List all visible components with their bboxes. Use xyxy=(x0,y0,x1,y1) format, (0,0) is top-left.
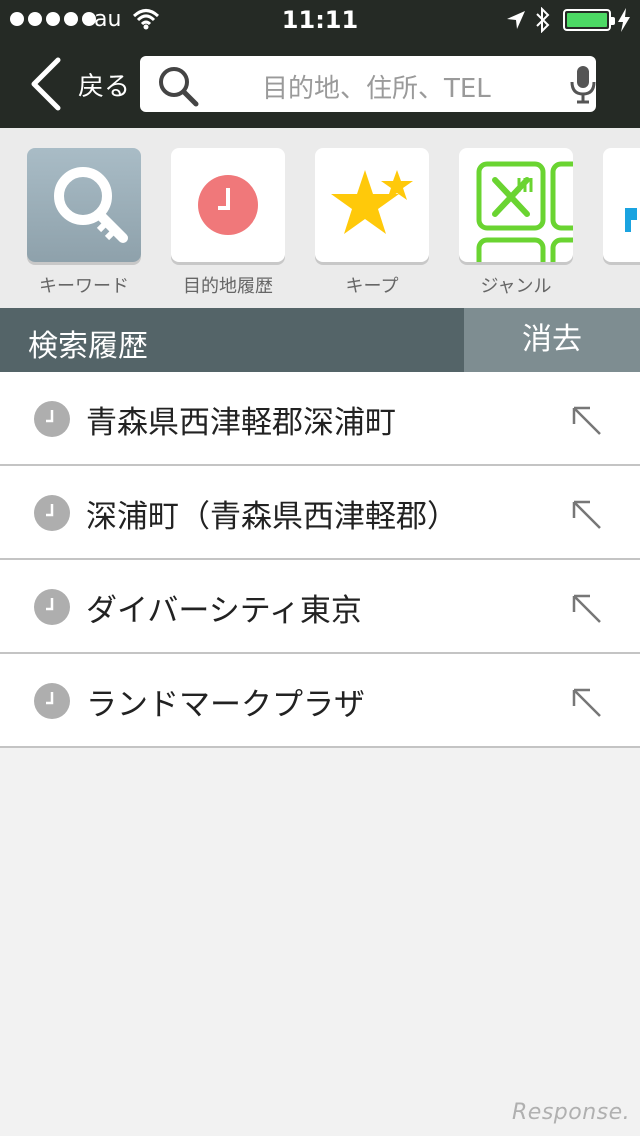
category-keyword[interactable]: キーワード xyxy=(27,148,141,298)
history-list: 青森県西津軽郡深浦町 深浦町（青森県西津軽郡） ダイバーシティ東京 ランドマーク… xyxy=(0,372,640,748)
search-icon xyxy=(159,67,199,107)
charging-bolt-icon xyxy=(618,8,630,32)
bluetooth-icon xyxy=(536,7,550,33)
stars-icon xyxy=(331,170,413,234)
clear-history-button[interactable]: 消去 xyxy=(464,308,640,372)
history-clock-icon xyxy=(34,401,70,437)
microphone-icon[interactable] xyxy=(568,64,598,104)
top-header: au 11:11 戻る 目的地、住所、TEL xyxy=(0,0,640,128)
category-label: キーワード xyxy=(39,276,129,297)
back-label: 戻る xyxy=(78,71,131,102)
list-item[interactable]: ランドマークプラザ xyxy=(0,654,640,748)
status-bar: au 11:11 xyxy=(0,0,640,40)
category-genre[interactable]: ジャンル xyxy=(459,148,573,298)
history-text: 深浦町（青森県西津軽郡） xyxy=(86,499,458,535)
list-item[interactable]: 青森県西津軽郡深浦町 xyxy=(0,372,640,466)
search-history-header: 検索履歴 消去 xyxy=(0,308,640,372)
history-clock-icon xyxy=(34,589,70,625)
magnifier-key-icon xyxy=(54,167,128,243)
clock-icon xyxy=(198,175,258,235)
list-item[interactable]: 深浦町（青森県西津軽郡） xyxy=(0,466,640,560)
category-label: キープ xyxy=(345,276,399,297)
category-history[interactable]: 目的地履歴 xyxy=(171,148,285,298)
history-clock-icon xyxy=(34,495,70,531)
nav-bar: 戻る 目的地、住所、TEL xyxy=(0,40,640,128)
category-label: 目的地履歴 xyxy=(183,276,273,297)
arrow-up-left-icon[interactable] xyxy=(568,402,604,438)
history-clock-icon xyxy=(34,683,70,719)
watermark: Response. xyxy=(512,1100,631,1125)
category-keep[interactable]: キープ xyxy=(315,148,429,298)
search-input[interactable]: 目的地、住所、TEL xyxy=(140,56,596,112)
category-label: ジャンル xyxy=(480,276,552,297)
chevron-left-icon xyxy=(31,57,61,111)
more-category-icon xyxy=(625,208,637,232)
category-strip: キーワード 目的地履歴 キープ ジャンル xyxy=(0,128,640,308)
location-arrow-icon xyxy=(507,11,525,29)
category-tile xyxy=(171,148,285,262)
history-text: ダイバーシティ東京 xyxy=(86,593,362,629)
list-item[interactable]: ダイバーシティ東京 xyxy=(0,560,640,654)
category-tile xyxy=(603,148,640,262)
category-tile xyxy=(459,148,573,262)
arrow-up-left-icon[interactable] xyxy=(568,590,604,626)
genre-grid-icon xyxy=(476,161,573,262)
category-more[interactable] xyxy=(603,148,640,272)
history-text: ランドマークプラザ xyxy=(86,687,365,723)
arrow-up-left-icon[interactable] xyxy=(568,496,604,532)
arrow-up-left-icon[interactable] xyxy=(568,684,604,720)
section-title: 検索履歴 xyxy=(28,329,148,364)
back-button[interactable]: 戻る xyxy=(24,54,130,114)
category-tile xyxy=(27,148,141,262)
category-tile xyxy=(315,148,429,262)
history-text: 青森県西津軽郡深浦町 xyxy=(86,405,396,441)
battery-icon xyxy=(563,9,615,31)
search-placeholder: 目的地、住所、TEL xyxy=(262,74,491,104)
